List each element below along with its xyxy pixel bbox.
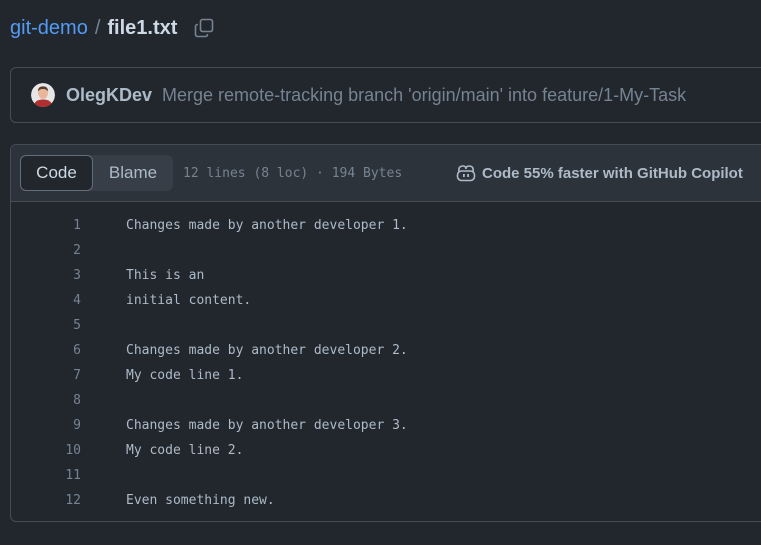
- code-line: 9 Changes made by another developer 3.: [11, 413, 761, 438]
- line-number[interactable]: 9: [11, 418, 81, 433]
- view-toggle: Code Blame: [20, 155, 173, 191]
- latest-commit-box: OlegKDev Merge remote-tracking branch 'o…: [10, 67, 761, 123]
- line-content: Even something new.: [126, 493, 275, 508]
- code-line: 6 Changes made by another developer 2.: [11, 338, 761, 363]
- line-number[interactable]: 1: [11, 218, 81, 233]
- code-line: 5: [11, 313, 761, 338]
- line-content: Changes made by another developer 1.: [126, 218, 408, 233]
- breadcrumb-separator: /: [94, 16, 101, 39]
- line-number[interactable]: 5: [11, 318, 81, 333]
- line-number[interactable]: 2: [11, 243, 81, 258]
- breadcrumb-file-name: file1.txt: [107, 16, 178, 39]
- line-number[interactable]: 11: [11, 468, 81, 483]
- copy-icon: [195, 18, 214, 38]
- code-line: 7 My code line 1.: [11, 363, 761, 388]
- line-number[interactable]: 7: [11, 368, 81, 383]
- line-number[interactable]: 12: [11, 493, 81, 508]
- code-line: 1 Changes made by another developer 1.: [11, 213, 761, 238]
- line-number[interactable]: 4: [11, 293, 81, 308]
- copilot-promo-label: Code 55% faster with GitHub Copilot: [482, 164, 743, 182]
- code-line: 10 My code line 2.: [11, 438, 761, 463]
- file-meta-info: 12 lines (8 loc) · 194 Bytes: [183, 165, 403, 181]
- tab-blame[interactable]: Blame: [93, 155, 173, 191]
- code-line: 2: [11, 238, 761, 263]
- code-line: 11: [11, 463, 761, 488]
- code-line: 4 initial content.: [11, 288, 761, 313]
- copy-path-button[interactable]: [193, 17, 215, 39]
- file-view-page: git-demo / file1.txt OlegKDev Merge remo…: [0, 0, 761, 545]
- line-content: Changes made by another developer 2.: [126, 343, 408, 358]
- file-viewer: Code Blame 12 lines (8 loc) · 194 Bytes …: [10, 144, 761, 522]
- commit-message-link[interactable]: Merge remote-tracking branch 'origin/mai…: [162, 85, 686, 106]
- code-line: 3 This is an: [11, 263, 761, 288]
- line-number[interactable]: 6: [11, 343, 81, 358]
- line-content: My code line 2.: [126, 443, 244, 458]
- line-number[interactable]: 3: [11, 268, 81, 283]
- line-content: Changes made by another developer 3.: [126, 418, 408, 433]
- line-content: This is an: [126, 268, 205, 283]
- code-line: 8: [11, 388, 761, 413]
- user-avatar-icon: [31, 83, 55, 107]
- line-content: My code line 1.: [126, 368, 244, 383]
- avatar[interactable]: [31, 83, 55, 107]
- breadcrumb-repo-link[interactable]: git-demo: [10, 17, 88, 40]
- file-header: Code Blame 12 lines (8 loc) · 194 Bytes …: [11, 145, 761, 202]
- commit-author-link[interactable]: OlegKDev: [66, 85, 152, 106]
- breadcrumb: git-demo / file1.txt: [10, 14, 215, 42]
- tab-code[interactable]: Code: [20, 155, 93, 191]
- line-number[interactable]: 10: [11, 443, 81, 458]
- line-number[interactable]: 8: [11, 393, 81, 408]
- code-line: 12 Even something new.: [11, 488, 761, 513]
- line-content: initial content.: [126, 293, 252, 308]
- copilot-promo-link[interactable]: Code 55% faster with GitHub Copilot: [456, 145, 743, 201]
- code-content: 1 Changes made by another developer 1. 2 3 T…: [11, 202, 761, 513]
- copilot-icon: [456, 165, 476, 182]
